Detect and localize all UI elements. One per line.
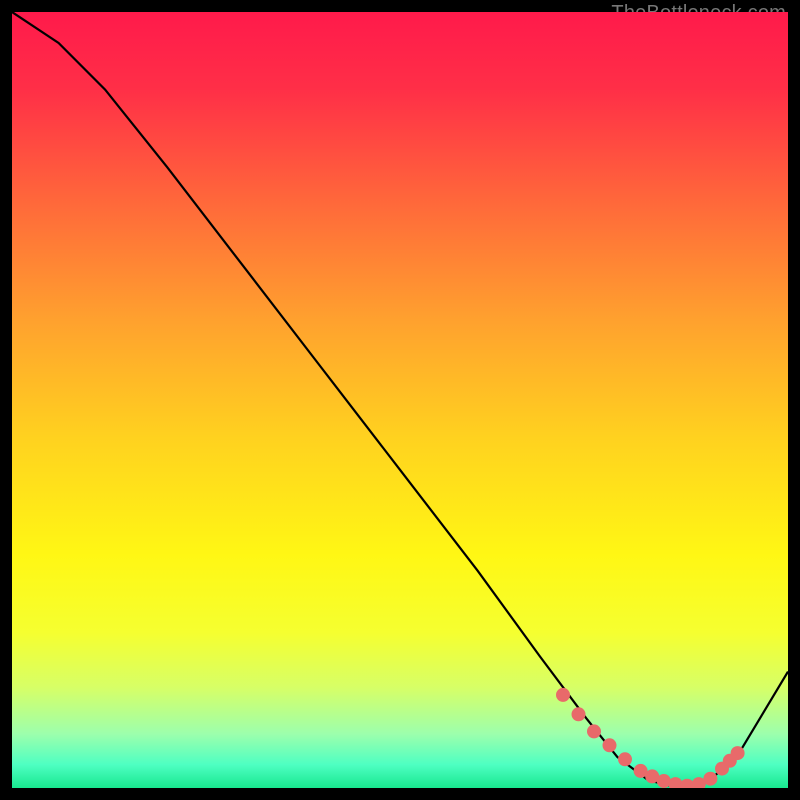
bottleneck-chart: [12, 12, 788, 788]
marker-dot: [556, 688, 570, 702]
marker-dot: [731, 746, 745, 760]
marker-dot: [703, 772, 717, 786]
marker-dot: [587, 724, 601, 738]
marker-dot: [657, 774, 671, 788]
gradient-background: [12, 12, 788, 788]
marker-dot: [603, 738, 617, 752]
marker-dot: [618, 752, 632, 766]
marker-dot: [572, 707, 586, 721]
